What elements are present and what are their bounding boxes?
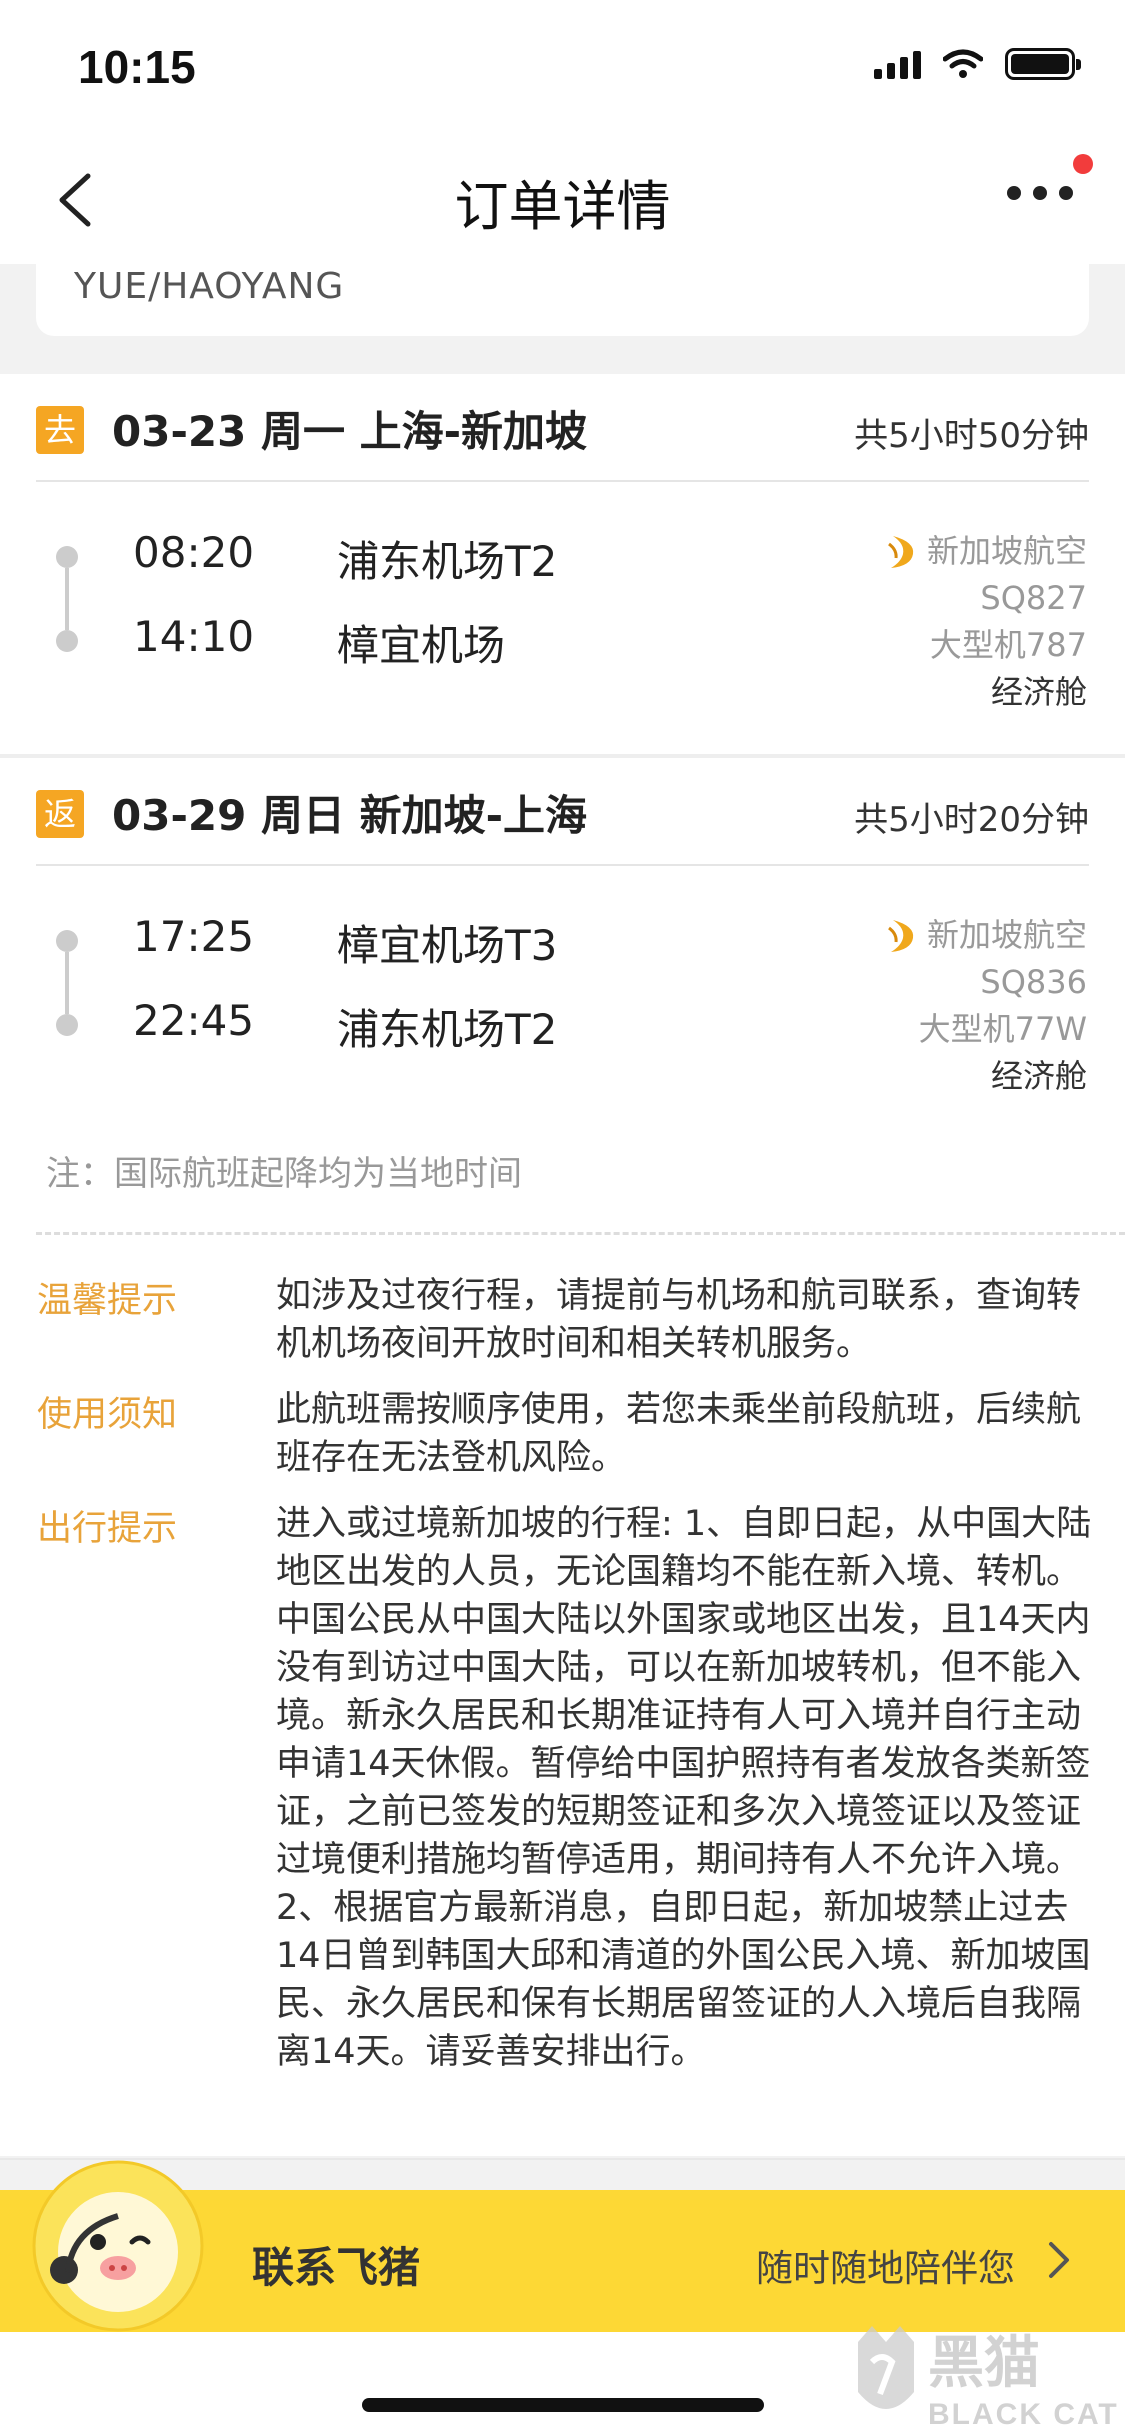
- passenger-card: YUE/HAOYANG: [36, 264, 1089, 336]
- page-title: 订单详情: [454, 175, 671, 238]
- contact-subtitle[interactable]: 随时随地陪伴您: [756, 2238, 1015, 2292]
- arrive-airport: 浦东机场T2: [337, 1005, 558, 1054]
- leg-tag: 返: [36, 790, 84, 838]
- status-bar: 10:15: [0, 0, 1125, 132]
- leg-header-return: 返 03-29 周日 新加坡-上海 共5小时20分钟: [36, 758, 1089, 866]
- nav-bar: 订单详情: [0, 132, 1125, 264]
- cabin-class: 经济舱: [990, 673, 1087, 711]
- order-content: 去 03-23 周一 上海-新加坡 共5小时50分钟 08:20 浦东机场T2 …: [0, 374, 1125, 2160]
- tip-text: 如涉及过夜行程，请提前与机场和航司联系，查询转机机场夜间开放时间和相关转机服务。: [276, 1276, 1082, 1364]
- tip-label: 温馨提示: [37, 1281, 178, 1321]
- depart-airport: 樟宜机场T3: [337, 921, 558, 970]
- svg-text:黑猫: 黑猫: [928, 2331, 1040, 2396]
- svg-text:BLACK CAT: BLACK CAT: [928, 2398, 1119, 2431]
- tip-label: 使用须知: [37, 1395, 178, 1435]
- flight-info: 新加坡航空 SQ836 大型机77W 经济舱: [887, 912, 1087, 1100]
- leg-tag: 去: [36, 406, 84, 454]
- tip-text: 此航班需按顺序使用，若您未乘坐前段航班，后续航班存在无法登机风险。: [276, 1390, 1082, 1478]
- contact-label[interactable]: 联系飞猪: [252, 2234, 420, 2295]
- timezone-note: 注：国际航班起降均为当地时间: [46, 1154, 522, 1194]
- more-icon[interactable]: [1007, 186, 1073, 200]
- dashed-divider: [36, 1232, 1125, 1235]
- leg-header-outbound: 去 03-23 周一 上海-新加坡 共5小时50分钟: [36, 374, 1089, 482]
- home-indicator[interactable]: [362, 2398, 764, 2412]
- black-cat-watermark-logo: 黑猫 BLACK CAT: [858, 2326, 1119, 2431]
- airline-name: 新加坡航空: [926, 916, 1087, 954]
- arrive-airport: 樟宜机场: [337, 621, 506, 670]
- timeline-line: [65, 568, 69, 630]
- airline-logo-icon: [888, 535, 914, 568]
- aircraft-type: 大型机77W: [918, 1010, 1087, 1048]
- timeline-dot: [56, 546, 78, 568]
- signal-icon: [874, 49, 921, 79]
- arrive-time: 22:45: [133, 996, 255, 1045]
- airline-logo-icon: [888, 919, 914, 952]
- airline-name: 新加坡航空: [926, 532, 1087, 570]
- depart-time: 08:20: [133, 528, 255, 577]
- leg-duration: 共5小时20分钟: [854, 800, 1089, 840]
- timeline-dot: [56, 930, 78, 952]
- flight-info: 新加坡航空 SQ827 大型机787 经济舱: [887, 528, 1087, 716]
- leg-body-outbound: 08:20 浦东机场T2 14:10 樟宜机场 新加坡航空 SQ827 大型机7…: [0, 482, 1125, 744]
- cabin-class: 经济舱: [990, 1057, 1087, 1095]
- wifi-icon: [943, 49, 983, 78]
- status-icons: [874, 48, 1081, 80]
- leg-route: 03-23 周一 上海-新加坡: [112, 407, 588, 456]
- leg-body-return: 17:25 樟宜机场T3 22:45 浦东机场T2 新加坡航空 SQ836 大型…: [0, 866, 1125, 1128]
- aircraft-type: 大型机787: [929, 626, 1087, 664]
- depart-time: 17:25: [133, 912, 255, 961]
- notification-dot: [1073, 154, 1093, 174]
- passenger-name: YUE/HAOYANG: [74, 266, 345, 307]
- tip-label: 出行提示: [37, 1509, 178, 1549]
- tip-text: 进入或过境新加坡的行程: 1、自即日起，从中国大陆地区出发的人员，无论国籍均不能…: [276, 1504, 1092, 2072]
- leg-route: 03-29 周日 新加坡-上海: [112, 791, 588, 840]
- flight-number: SQ836: [980, 963, 1087, 1001]
- battery-icon: [1005, 48, 1081, 80]
- timeline-dot: [56, 1014, 78, 1036]
- chevron-right-icon[interactable]: [1047, 2240, 1073, 2280]
- leg-duration: 共5小时50分钟: [854, 416, 1089, 456]
- timeline-dot: [56, 630, 78, 652]
- timeline-line: [65, 952, 69, 1014]
- flight-number: SQ827: [980, 579, 1087, 617]
- arrive-time: 14:10: [133, 612, 255, 661]
- fliggy-mascot-icon[interactable]: [32, 2160, 204, 2332]
- depart-airport: 浦东机场T2: [337, 537, 558, 586]
- status-time: 10:15: [78, 41, 196, 93]
